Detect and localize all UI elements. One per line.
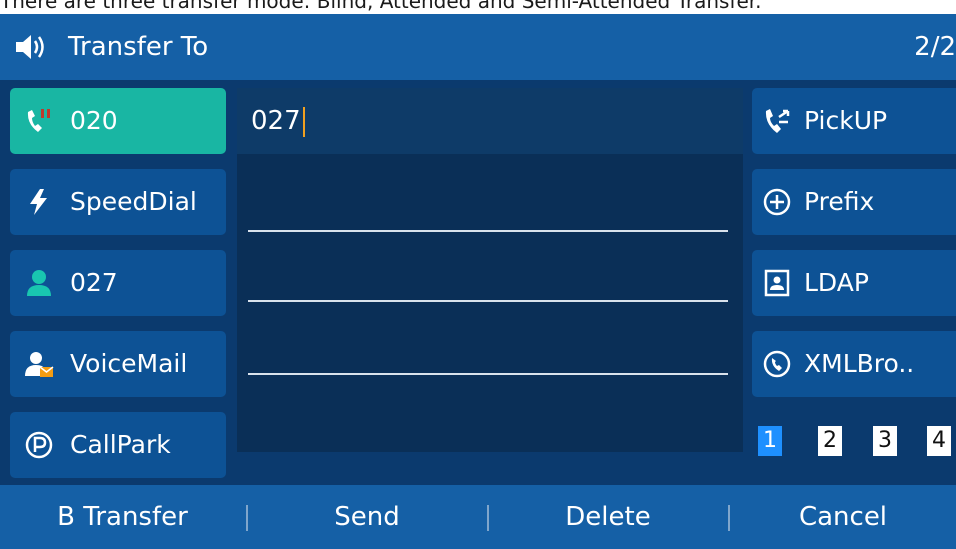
xmlbrowser-button[interactable]: XMLBro.. [752, 331, 956, 397]
suggestion-line [248, 373, 728, 375]
contact-027-button[interactable]: 027 [10, 250, 226, 316]
page-indicator-4[interactable]: 4 [927, 426, 951, 456]
page-counter: 2/2 [914, 32, 956, 62]
park-icon [25, 431, 53, 459]
suggestion-line [248, 230, 728, 232]
globe-phone-icon [763, 350, 791, 378]
prefix-label: Prefix [804, 187, 875, 216]
page-indicator-1[interactable]: 1 [758, 426, 782, 456]
speaker-icon [16, 35, 44, 59]
ldap-button[interactable]: LDAP [752, 250, 956, 316]
contact-icon [27, 270, 51, 296]
blind-transfer-softkey[interactable]: B Transfer [0, 485, 245, 549]
delete-softkey[interactable]: Delete [489, 485, 727, 549]
send-softkey[interactable]: Send [248, 485, 486, 549]
pickup-icon [765, 109, 790, 133]
directory-icon [764, 269, 790, 297]
speeddial-label: SpeedDial [70, 187, 197, 216]
number-input[interactable]: 027 [237, 88, 743, 154]
callpark-button[interactable]: CallPark [10, 412, 226, 478]
voicemail-contact-icon [25, 352, 54, 377]
text-caret [302, 106, 305, 137]
callpark-label: CallPark [70, 430, 171, 459]
softkey-bar: B Transfer Send Delete Cancel [0, 485, 956, 549]
page-indicator-3[interactable]: 3 [873, 426, 897, 456]
line-key-020[interactable]: 020 [10, 88, 226, 154]
suggestion-line [248, 300, 728, 302]
number-input-value: 027 [251, 106, 301, 136]
dial-input-area: 027 [237, 88, 743, 452]
pickup-label: PickUP [804, 106, 888, 135]
lightning-icon [30, 189, 47, 215]
xmlbrowser-label: XMLBro.. [804, 349, 915, 378]
prefix-button[interactable]: Prefix [752, 169, 956, 235]
voicemail-label: VoiceMail [70, 349, 188, 378]
pickup-button[interactable]: PickUP [752, 88, 956, 154]
ldap-label: LDAP [804, 268, 869, 297]
page-title: Transfer To [68, 32, 209, 62]
title-bar: Transfer To 2/2 [0, 14, 956, 80]
phone-screen: Transfer To 2/2 020 SpeedDial 027 VoiceM… [0, 14, 956, 549]
page-indicator-2[interactable]: 2 [818, 426, 842, 456]
voicemail-button[interactable]: VoiceMail [10, 331, 226, 397]
speeddial-button[interactable]: SpeedDial [10, 169, 226, 235]
cancel-softkey[interactable]: Cancel [730, 485, 956, 549]
plus-circle-icon [763, 188, 791, 216]
caption-text: There are three transfer mode: Blind, At… [0, 0, 762, 12]
contact-label: 027 [70, 268, 118, 297]
line-key-label: 020 [70, 106, 118, 135]
call-hold-icon [27, 109, 50, 132]
